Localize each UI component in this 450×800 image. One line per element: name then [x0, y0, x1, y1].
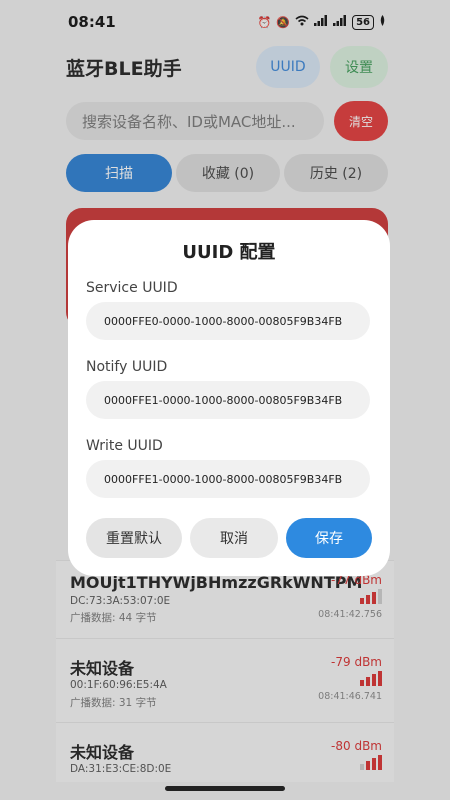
notify-uuid-label: Notify UUID — [86, 359, 168, 375]
app-screen: 08:41 ⏰ 🔕 56 蓝牙BLE助手 UUID 设置 搜索设备名称、ID或M… — [0, 0, 450, 800]
service-uuid-label: Service UUID — [86, 280, 178, 296]
save-button[interactable]: 保存 — [286, 518, 372, 558]
service-uuid-field[interactable]: 0000FFE0-0000-1000-8000-00805F9B34FB — [86, 302, 370, 340]
notify-uuid-field[interactable]: 0000FFE1-0000-1000-8000-00805F9B34FB — [86, 381, 370, 419]
home-indicator[interactable] — [165, 786, 285, 791]
reset-default-button[interactable]: 重置默认 — [86, 518, 182, 558]
write-uuid-field[interactable]: 0000FFE1-0000-1000-8000-00805F9B34FB — [86, 460, 370, 498]
dialog-title: UUID 配置 — [182, 242, 276, 263]
cancel-button[interactable]: 取消 — [190, 518, 278, 558]
uuid-config-dialog: UUID 配置 Service UUID 0000FFE0-0000-1000-… — [68, 220, 390, 576]
write-uuid-label: Write UUID — [86, 438, 163, 454]
